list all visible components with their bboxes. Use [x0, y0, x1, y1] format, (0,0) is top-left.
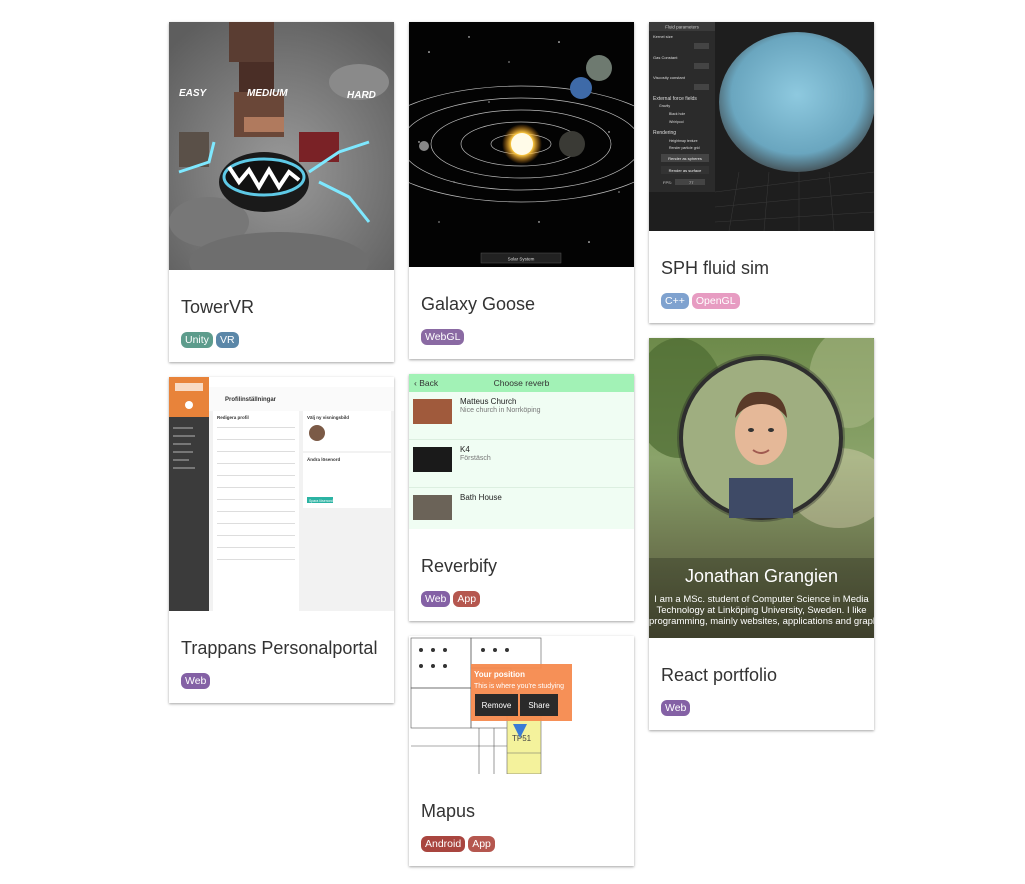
card-title[interactable]: TowerVR — [181, 270, 382, 318]
mapus-popup-subtitle: This is where you're studying — [474, 683, 564, 690]
trappans-screenshot: Profilinställningar Redigera profil Välj… — [169, 377, 394, 611]
reverbify-item-sub: Nice church in Norrköping — [460, 407, 541, 414]
tag-list: Unity VR — [181, 318, 382, 350]
tag-list: Web — [181, 659, 382, 691]
trappans-save-button: Spara lösenord — [309, 499, 333, 503]
mapus-share-button: Share — [528, 701, 550, 710]
trappans-edit-profile: Redigera profil — [217, 415, 249, 420]
reverbify-list-item: Bath House — [409, 488, 634, 529]
mapus-remove-button: Remove — [482, 701, 512, 710]
project-card-react-portfolio[interactable]: Jonathan Grangien I am a MSc. student of… — [649, 338, 874, 730]
project-card-mapus[interactable]: TP51 Your position This is where you're … — [409, 636, 634, 866]
tag-webgl: WebGL — [421, 329, 465, 345]
mapus-room-label: TP51 — [512, 734, 532, 743]
tag-list: WebGL — [421, 315, 622, 347]
towervr-medium-label: MEDIUM — [247, 88, 288, 99]
sph-kernel-label: Kernel size — [653, 34, 674, 39]
mapus-thumbnail[interactable]: TP51 Your position This is where you're … — [409, 636, 634, 774]
reverbify-item-name: K4 — [460, 445, 470, 454]
card-title[interactable]: Mapus — [421, 774, 622, 822]
sph-render-spheres-button: Render as spheres — [668, 156, 702, 161]
tag-app: App — [468, 836, 495, 852]
reverbify-header: ‹ Back Choose reverb — [409, 374, 634, 392]
portfolio-name: Jonathan Grangien — [684, 566, 839, 586]
tag-android: Android — [421, 836, 466, 852]
tag-app: App — [453, 591, 481, 607]
portfolio-thumbnail[interactable]: Jonathan Grangien I am a MSc. student of… — [649, 338, 874, 638]
sph-forces-heading: External force fields — [653, 96, 697, 102]
reverbify-item-image — [413, 447, 452, 472]
towervr-thumbnail[interactable]: EASY MEDIUM HARD — [169, 22, 394, 270]
trappans-heading: Profilinställningar — [225, 397, 277, 403]
tag-vr: VR — [215, 332, 239, 348]
project-card-sph-fluid-sim[interactable]: Fluid parameters Kernel size 0.4 Gas Con… — [649, 22, 874, 323]
reverbify-list-item: Matteus Church Nice church in Norrköping — [409, 392, 634, 440]
tag-list: C++ OpenGL — [661, 279, 862, 311]
reverbify-item-image — [413, 399, 452, 424]
tag-list: Web — [661, 686, 862, 718]
tag-list: Web App — [421, 577, 622, 609]
reverbify-list-item: K4 Förstäsch — [409, 440, 634, 488]
sph-viscosity-label: Viscosity constant — [653, 75, 686, 80]
trappans-thumbnail[interactable]: Profilinställningar Redigera profil Välj… — [169, 377, 394, 611]
portfolio-background — [649, 338, 874, 638]
galaxy-screenshot: Solar System — [409, 22, 634, 267]
column-2: Solar System Galaxy Goose WebGL ‹ Back C… — [409, 22, 634, 881]
tag-web: Web — [181, 673, 211, 689]
tag-web: Web — [421, 591, 451, 607]
card-title[interactable]: Trappans Personalportal — [181, 611, 382, 659]
sph-screenshot: Fluid parameters Kernel size 0.4 Gas Con… — [649, 22, 874, 231]
sph-blackhole-option: Black hole — [669, 112, 685, 116]
reverbify-item-image — [413, 495, 452, 520]
sph-whirlpool-option: Whirlpool — [669, 120, 684, 124]
sph-panel-title: Fluid parameters — [665, 25, 700, 30]
project-card-trappans[interactable]: Profilinställningar Redigera profil Välj… — [169, 377, 394, 703]
reverbify-item-sub: Förstäsch — [460, 455, 491, 462]
reverbify-item-name: Matteus Church — [460, 397, 517, 406]
towervr-easy-label: EASY — [179, 88, 208, 99]
card-title[interactable]: Reverbify — [421, 529, 622, 577]
project-card-towervr[interactable]: EASY MEDIUM HARD TowerVR Unity VR — [169, 22, 394, 362]
tag-opengl: OpenGL — [691, 293, 740, 309]
tag-cpp: C++ — [661, 293, 689, 309]
sph-fps-label: FPS: — [663, 180, 672, 185]
mapus-screenshot: TP51 Your position This is where you're … — [409, 636, 634, 774]
project-card-reverbify[interactable]: ‹ Back Choose reverb Matteus Church Nice… — [409, 374, 634, 621]
trappans-change-password: Ändra lösenord — [307, 456, 341, 462]
reverbify-thumbnail[interactable]: ‹ Back Choose reverb Matteus Church Nice… — [409, 374, 634, 529]
column-1: EASY MEDIUM HARD TowerVR Unity VR Profil… — [169, 22, 394, 718]
project-card-galaxy-goose[interactable]: Solar System Galaxy Goose WebGL — [409, 22, 634, 359]
sph-render-surface-button: Render as surface — [669, 168, 702, 173]
card-title[interactable]: React portfolio — [661, 638, 862, 686]
sph-fps-value: 77 — [689, 180, 694, 185]
tag-list: Android App — [421, 822, 622, 854]
galaxy-system-select: Solar System — [508, 257, 535, 262]
card-title[interactable]: SPH fluid sim — [661, 231, 862, 279]
reverbify-header-title: Choose reverb — [493, 378, 550, 388]
portfolio-bio-line: programming, mainly websites, applicatio… — [649, 616, 874, 627]
towervr-screenshot: EASY MEDIUM HARD — [169, 22, 394, 270]
sph-grid-option: Render particle grid — [669, 146, 700, 150]
trappans-choose-photo: Välj ny visningsbild — [307, 415, 349, 420]
column-3: Fluid parameters Kernel size 0.4 Gas Con… — [649, 22, 874, 745]
sph-rendering-heading: Rendering — [653, 130, 676, 136]
tag-web: Web — [661, 700, 691, 716]
sph-thumbnail[interactable]: Fluid parameters Kernel size 0.4 Gas Con… — [649, 22, 874, 231]
sph-gravity-option: Gravity — [659, 104, 670, 108]
reverbify-item-name: Bath House — [460, 493, 502, 502]
card-title[interactable]: Galaxy Goose — [421, 267, 622, 315]
mapus-popup-title: Your position — [474, 670, 525, 679]
portfolio-bio: I am a MSc. student of Computer Science … — [649, 594, 874, 627]
sph-gas-label: Gas Constant — [653, 55, 678, 60]
sph-heightmap-option: Heightmap texture — [669, 139, 698, 143]
towervr-hard-label: HARD — [347, 90, 376, 101]
galaxy-thumbnail[interactable]: Solar System — [409, 22, 634, 267]
portfolio-bio-line: I am a MSc. student of Computer Science … — [654, 594, 869, 605]
portfolio-bio-line: Technology at Linköping University, Swed… — [656, 605, 867, 616]
tag-unity: Unity — [181, 332, 213, 348]
